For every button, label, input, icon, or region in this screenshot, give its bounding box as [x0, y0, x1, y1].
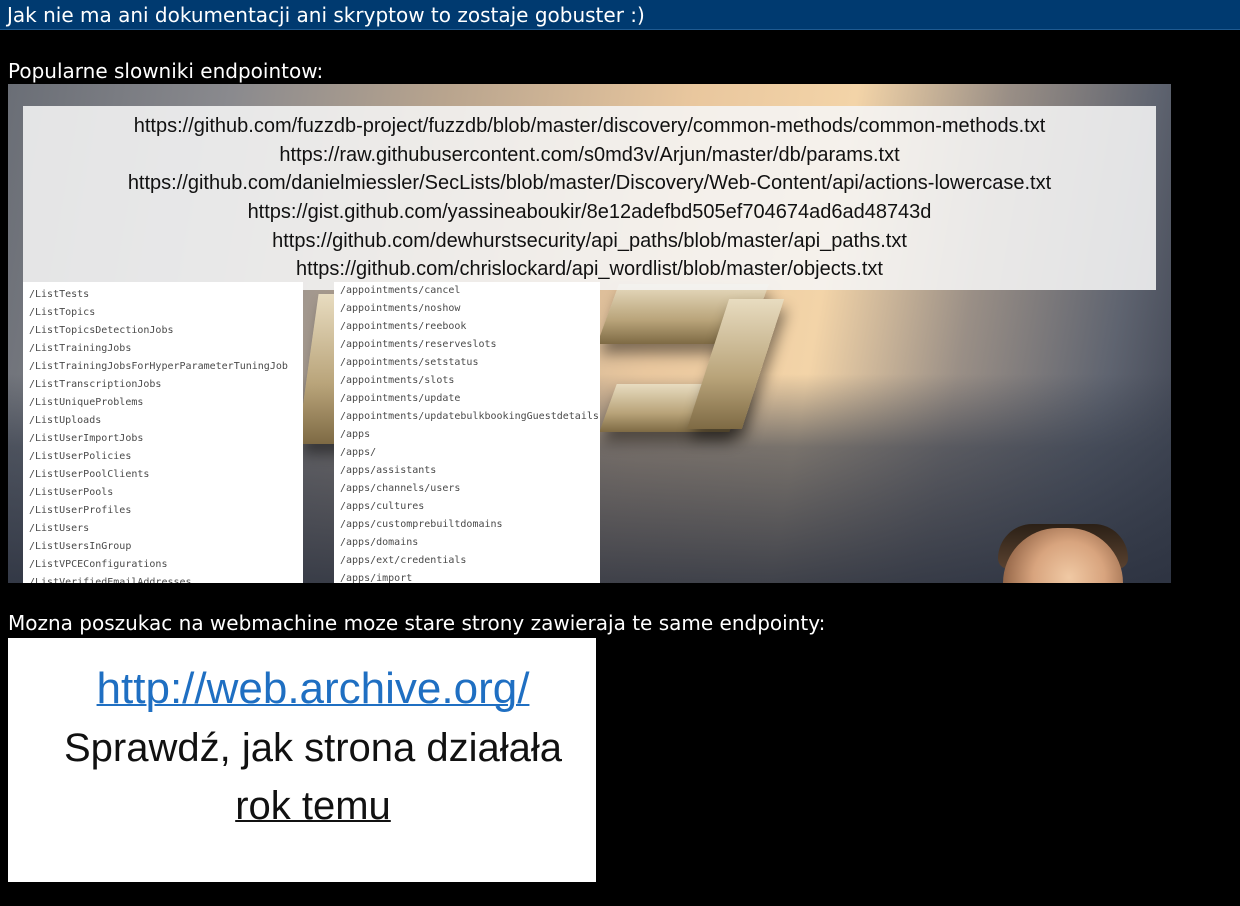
list-item: /apps/channels/users	[340, 483, 461, 494]
wordlist-url: https://github.com/dewhurstsecurity/api_…	[272, 230, 907, 252]
list-item: /apps/assistants	[340, 465, 437, 476]
list-item: /ListUsersInGroup	[29, 541, 132, 552]
list-item: /ListUserPolicies	[29, 451, 132, 462]
list-item: /ListUniqueProblems	[29, 397, 144, 408]
list-item: /ListTranscriptionJobs	[29, 379, 162, 390]
wordlist-url: https://github.com/chrislockard/api_word…	[296, 258, 883, 280]
wordlists-slide-image: https://github.com/fuzzdb-project/fuzzdb…	[8, 84, 1171, 583]
archive-description-underlined: rok temu	[235, 784, 391, 828]
list-item: /ListTopics	[29, 307, 96, 318]
wordlist-url: https://github.com/fuzzdb-project/fuzzdb…	[133, 115, 1046, 137]
title-text: Jak nie ma ani dokumentacji ani skryptow…	[7, 3, 645, 27]
list-item: /appointments/reserveslots	[340, 339, 497, 350]
wordlist-url: https://raw.githubusercontent.com/s0md3v…	[279, 144, 900, 166]
list-item: /ListVerifiedEmailAddresses	[29, 577, 192, 583]
web-archive-link[interactable]: http://web.archive.org/	[8, 664, 618, 714]
list-item: /ListTests	[29, 289, 90, 300]
web-archive-slide: http://web.archive.org/ Sprawdź, jak str…	[8, 638, 596, 882]
list-item: /ListTrainingJobsForHyperParameterTuning…	[29, 361, 288, 372]
list-item: /ListUserPools	[29, 487, 114, 498]
list-item: /ListUserProfiles	[29, 505, 132, 516]
list-item: /appointments/updatebulkbookingGuestdeta…	[340, 411, 599, 422]
list-item: /appointments/setstatus	[340, 357, 479, 368]
archive-description: Sprawdź, jak strona działała	[63, 726, 563, 770]
title-bar: Jak nie ma ani dokumentacji ani skryptow…	[0, 0, 1240, 30]
wordlist-sample-left: /ListTests /ListTopics /ListTopicsDetect…	[23, 282, 303, 583]
list-item: /apps/	[340, 447, 377, 458]
list-item: /ListTrainingJobs	[29, 343, 132, 354]
wordlist-url: https://gist.github.com/yassineaboukir/8…	[247, 201, 932, 223]
list-item: /appointments/cancel	[340, 285, 461, 296]
list-item: /apps/cultures	[340, 501, 425, 512]
list-item: /apps	[340, 429, 371, 440]
list-item: /apps/domains	[340, 537, 419, 548]
list-item: /ListUsers	[29, 523, 90, 534]
list-item: /ListUserImportJobs	[29, 433, 144, 444]
list-item: /appointments/update	[340, 393, 461, 404]
list-item: /appointments/noshow	[340, 303, 461, 314]
wordlists-caption: Popularne slowniki endpointow:	[8, 59, 324, 83]
list-item: /appointments/reebook	[340, 321, 467, 332]
list-item: /appointments/slots	[340, 375, 455, 386]
list-item: /ListUserPoolClients	[29, 469, 150, 480]
wordlist-sample-right: /appointments/cancel /appointments/nosho…	[334, 282, 600, 583]
wordlist-url: https://github.com/danielmiessler/SecLis…	[127, 172, 1052, 194]
list-item: /apps/import	[340, 573, 413, 583]
list-item: /apps/ext/credentials	[340, 555, 467, 566]
list-item: /apps/customprebuiltdomains	[340, 519, 503, 530]
wordlist-urls-box: https://github.com/fuzzdb-project/fuzzdb…	[23, 106, 1156, 290]
archive-caption: Mozna poszukac na webmachine moze stare …	[8, 611, 826, 635]
list-item: /ListTopicsDetectionJobs	[29, 325, 174, 336]
list-item: /ListVPCEConfigurations	[29, 559, 168, 570]
list-item: /ListUploads	[29, 415, 102, 426]
